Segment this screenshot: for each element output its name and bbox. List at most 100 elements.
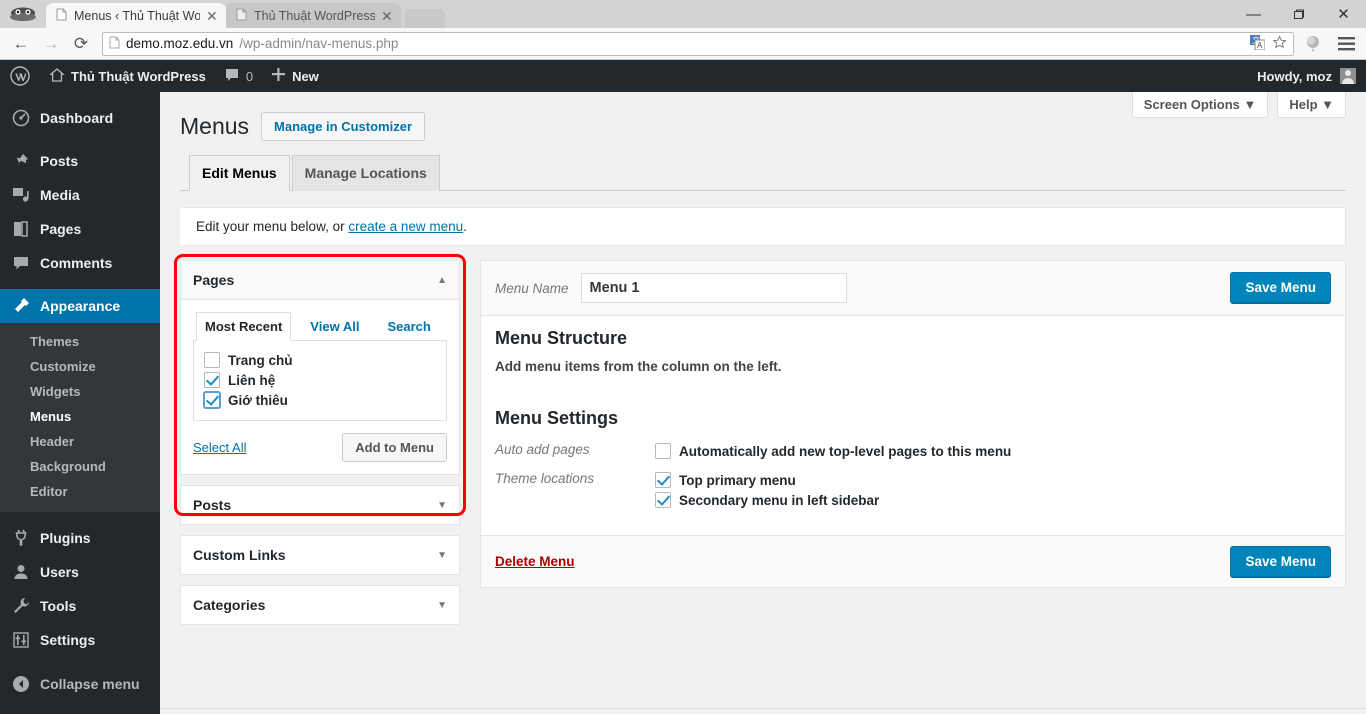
page-label: Trang chủ bbox=[228, 352, 293, 368]
sidebar-item-media[interactable]: Media bbox=[0, 178, 160, 212]
sidebar-item-settings[interactable]: Settings bbox=[0, 623, 160, 657]
pages-panel-footer: Select All Add to Menu bbox=[193, 433, 447, 462]
custom-links-accordion-panel: Custom Links ▼ bbox=[180, 535, 460, 575]
url-domain: demo.moz.edu.vn bbox=[126, 36, 234, 51]
create-new-menu-link[interactable]: create a new menu bbox=[348, 219, 463, 234]
auto-add-checkbox[interactable] bbox=[655, 443, 671, 459]
tab-edit-menus[interactable]: Edit Menus bbox=[189, 155, 290, 191]
page-checkbox[interactable] bbox=[204, 372, 220, 388]
plug-icon bbox=[11, 528, 31, 548]
wrench-icon bbox=[11, 596, 31, 616]
sidebar-item-background[interactable]: Background bbox=[0, 454, 160, 479]
sidebar-label: Plugins bbox=[40, 530, 91, 546]
sidebar-item-tools[interactable]: Tools bbox=[0, 589, 160, 623]
theme-location-option[interactable]: Top primary menu bbox=[655, 470, 1331, 490]
reload-icon[interactable]: ⟳ bbox=[66, 30, 96, 58]
custom-links-panel-header[interactable]: Custom Links ▼ bbox=[181, 536, 459, 574]
top-primary-menu-checkbox[interactable] bbox=[655, 472, 671, 488]
browser-toolbar: ← → ⟳ demo.moz.edu.vn/wp-admin/nav-menus… bbox=[0, 28, 1366, 60]
close-button[interactable]: ✕ bbox=[1321, 0, 1366, 28]
profile-icon[interactable] bbox=[1300, 30, 1328, 58]
sidebar-item-dashboard[interactable]: Dashboard bbox=[0, 101, 160, 135]
sidebar-item-header[interactable]: Header bbox=[0, 429, 160, 454]
list-item[interactable]: Trang chủ bbox=[204, 350, 436, 370]
pages-panel-header[interactable]: Pages ▲ bbox=[181, 261, 459, 300]
nav-tab-wrapper: Edit Menus Manage Locations bbox=[180, 155, 1346, 191]
page-checkbox[interactable] bbox=[204, 392, 220, 408]
sidebar-item-users[interactable]: Users bbox=[0, 555, 160, 589]
theme-location-option[interactable]: Secondary menu in left sidebar bbox=[655, 490, 1331, 510]
minimize-button[interactable]: — bbox=[1231, 0, 1276, 28]
tab-view-all[interactable]: View All bbox=[301, 312, 368, 341]
categories-panel-header[interactable]: Categories ▼ bbox=[181, 586, 459, 624]
sidebar-item-themes[interactable]: Themes bbox=[0, 329, 160, 354]
browser-tab-inactive[interactable]: Thủ Thuật WordPress | Jus ✕ bbox=[226, 3, 401, 28]
sidebar-label: Posts bbox=[40, 153, 79, 169]
notice-suffix: . bbox=[463, 219, 467, 234]
menu-editor-columns: Pages ▲ Most Recent View All Search Tran… bbox=[174, 254, 1346, 635]
sidebar-item-menus[interactable]: Menus bbox=[0, 404, 160, 429]
sidebar-item-widgets[interactable]: Widgets bbox=[0, 379, 160, 404]
comments-link[interactable]: 0 bbox=[215, 60, 262, 92]
add-to-menu-button[interactable]: Add to Menu bbox=[342, 433, 447, 462]
new-content-link[interactable]: New bbox=[262, 60, 328, 92]
page-favicon-icon bbox=[56, 8, 68, 24]
sidebar-label: Media bbox=[40, 187, 80, 203]
svg-text:A: A bbox=[1257, 41, 1263, 50]
posts-accordion-panel: Posts ▼ bbox=[180, 485, 460, 525]
tab-close-icon[interactable]: ✕ bbox=[206, 9, 218, 23]
list-item[interactable]: Liên hệ bbox=[204, 370, 436, 390]
chevron-up-icon[interactable]: ▲ bbox=[437, 275, 447, 286]
menu-editor-panel: Menu Name Save Menu Menu Structure Add m… bbox=[480, 260, 1346, 588]
translate-icon[interactable]: 文A bbox=[1250, 34, 1266, 53]
secondary-menu-checkbox[interactable] bbox=[655, 492, 671, 508]
chevron-down-icon[interactable]: ▼ bbox=[437, 550, 447, 561]
collapse-menu-label: Collapse menu bbox=[40, 676, 140, 692]
save-menu-button-bottom[interactable]: Save Menu bbox=[1230, 546, 1331, 577]
browser-tab-active[interactable]: Menus ‹ Thủ Thuật WordP ✕ bbox=[46, 3, 226, 28]
auto-add-option[interactable]: Automatically add new top-level pages to… bbox=[655, 441, 1331, 461]
menu-name-input[interactable] bbox=[580, 273, 847, 303]
manage-in-customizer-button[interactable]: Manage in Customizer bbox=[261, 112, 426, 141]
delete-menu-link[interactable]: Delete Menu bbox=[495, 554, 575, 569]
save-menu-button-top[interactable]: Save Menu bbox=[1230, 272, 1331, 303]
chevron-down-icon[interactable]: ▼ bbox=[437, 600, 447, 611]
help-button[interactable]: Help ▼ bbox=[1277, 92, 1346, 118]
page-checkbox[interactable] bbox=[204, 352, 220, 368]
tab-close-icon[interactable]: ✕ bbox=[381, 9, 393, 23]
select-all-link[interactable]: Select All bbox=[193, 440, 246, 455]
wordpress-logo-icon[interactable] bbox=[0, 60, 40, 92]
comment-bubble-icon bbox=[224, 67, 240, 86]
sidebar-item-plugins[interactable]: Plugins bbox=[0, 521, 160, 555]
tab-search[interactable]: Search bbox=[378, 312, 439, 341]
chevron-down-icon[interactable]: ▼ bbox=[437, 500, 447, 511]
howdy-label[interactable]: Howdy, moz bbox=[1257, 69, 1332, 84]
tab-manage-locations[interactable]: Manage Locations bbox=[291, 155, 440, 191]
sidebar-item-posts[interactable]: Posts bbox=[0, 144, 160, 178]
maximize-button[interactable] bbox=[1276, 0, 1321, 28]
back-arrow-icon[interactable]: ← bbox=[6, 30, 36, 58]
site-name-link[interactable]: Thủ Thuật WordPress bbox=[40, 60, 215, 92]
window-controls: — ✕ bbox=[1231, 0, 1366, 28]
sidebar-item-comments[interactable]: Comments bbox=[0, 246, 160, 280]
collapse-arrow-icon bbox=[11, 674, 31, 694]
sidebar-item-pages[interactable]: Pages bbox=[0, 212, 160, 246]
hamburger-menu-icon[interactable] bbox=[1332, 30, 1360, 58]
screen-options-button[interactable]: Screen Options ▼ bbox=[1131, 92, 1269, 118]
new-tab-button[interactable] bbox=[405, 9, 445, 28]
page-title: Menus bbox=[180, 113, 250, 139]
sidebar-item-appearance[interactable]: Appearance bbox=[0, 289, 168, 323]
sidebar-item-editor[interactable]: Editor bbox=[0, 479, 160, 504]
screen-meta-links: Screen Options ▼ Help ▼ bbox=[1131, 92, 1346, 118]
star-icon[interactable] bbox=[1272, 34, 1287, 53]
collapse-menu-button[interactable]: Collapse menu bbox=[0, 667, 160, 701]
posts-panel-header[interactable]: Posts ▼ bbox=[181, 486, 459, 524]
tab-most-recent[interactable]: Most Recent bbox=[196, 312, 292, 341]
theme-location-label: Secondary menu in left sidebar bbox=[679, 492, 880, 508]
sidebar-item-customize[interactable]: Customize bbox=[0, 354, 160, 379]
address-bar[interactable]: demo.moz.edu.vn/wp-admin/nav-menus.php 文… bbox=[102, 31, 1294, 56]
page-favicon-icon bbox=[236, 8, 248, 24]
admin-sidebar: Dashboard Posts Media Pages Comments App… bbox=[0, 92, 168, 714]
list-item[interactable]: Giớ thiêu bbox=[204, 390, 436, 410]
browser-titlebar: Menus ‹ Thủ Thuật WordP ✕ Thủ Thuật Word… bbox=[0, 0, 1366, 28]
